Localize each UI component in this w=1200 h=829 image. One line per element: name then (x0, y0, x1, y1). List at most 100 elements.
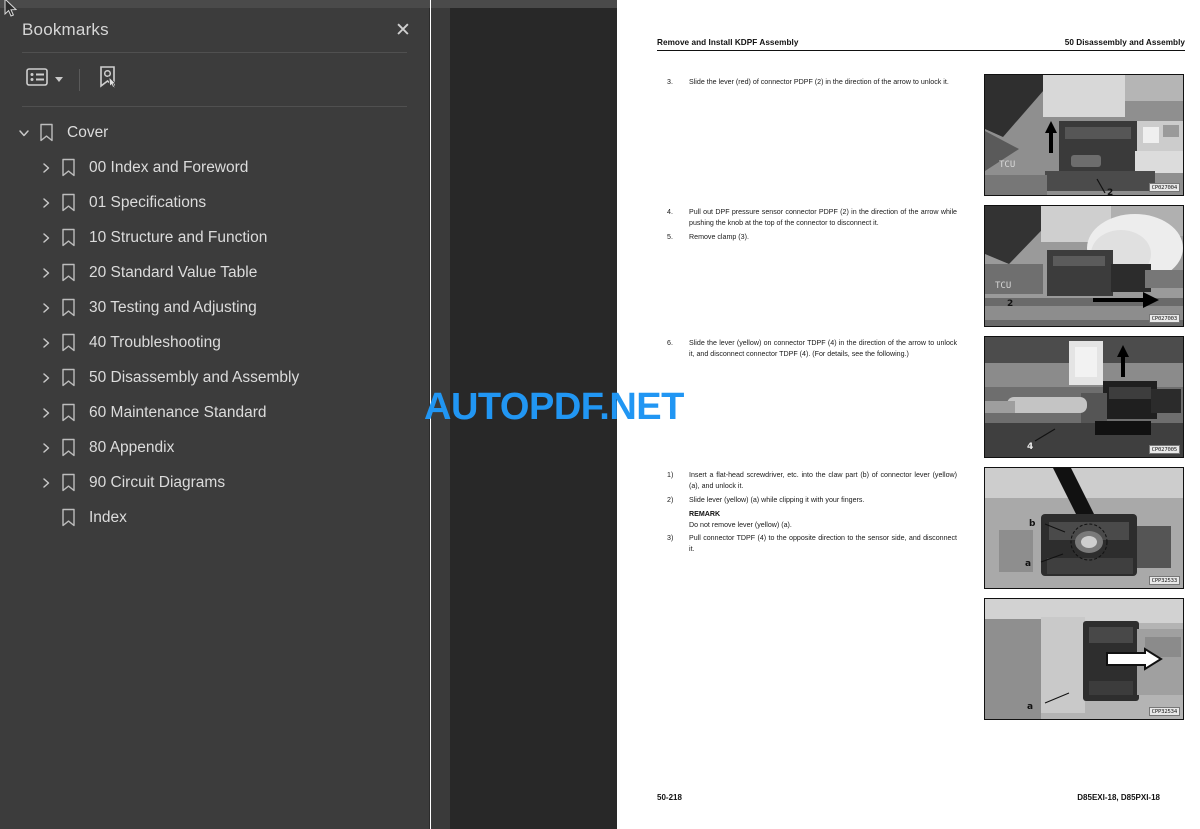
svg-text:b: b (1029, 519, 1036, 529)
bookmark-label: 60 Maintenance Standard (89, 403, 267, 421)
bookmark-icon (56, 333, 80, 353)
step-text: Insert a flat-head screwdriver, etc. int… (689, 471, 957, 490)
step-text: Slide the lever (red) of connector PDPF … (689, 78, 949, 86)
bookmark-label: 30 Testing and Adjusting (89, 298, 257, 316)
svg-text:a: a (1025, 559, 1031, 569)
chevron-right-icon[interactable] (36, 438, 56, 458)
bookmark-icon (56, 158, 80, 178)
panel-title: Bookmarks (22, 20, 109, 39)
photo-connector-pdpf-lever: TCU 2 (985, 75, 1183, 196)
chevron-right-icon[interactable] (36, 368, 56, 388)
bookmark-icon (56, 438, 80, 458)
bookmark-icon (56, 403, 80, 423)
bookmark-icon (56, 508, 80, 528)
bookmarks-toolbar (0, 53, 429, 106)
figure-code: CP027004 (1148, 183, 1180, 192)
bookmark-label: 40 Troubleshooting (89, 333, 221, 351)
chevron-right-icon[interactable] (36, 158, 56, 178)
instruction-block-4-5: 4. Pull out DPF pressure sensor connecto… (667, 207, 957, 245)
bookmark-label: 20 Standard Value Table (89, 263, 258, 281)
step-text: Slide the lever (yellow) on connector TD… (689, 339, 957, 358)
step-text: Remove clamp (3). (689, 232, 749, 241)
chevron-right-icon[interactable] (36, 333, 56, 353)
photo-screwdriver-claw-part: b a (985, 468, 1183, 588)
chevron-right-icon[interactable] (36, 263, 56, 283)
window-top-strip (0, 0, 430, 8)
step-text: Slide lever (yellow) (a) while clipping … (689, 495, 865, 504)
bookmark-icon (56, 298, 80, 318)
figure-image: TCU 2 CP027004 (984, 74, 1184, 196)
instruction-step: 3. Slide the lever (red) of connector PD… (667, 77, 957, 88)
chevron-right-icon[interactable] (36, 193, 56, 213)
photo-pull-out-pdpf-connector: TCU 2 (985, 206, 1183, 326)
chevron-right-icon[interactable] (36, 403, 56, 423)
bookmark-options-button[interactable] (22, 64, 67, 95)
pdf-viewer-gutter (431, 8, 450, 829)
bookmark-label: 00 Index and Foreword (89, 158, 249, 176)
step-number: 3) (667, 534, 674, 543)
close-icon[interactable]: ✕ (391, 18, 415, 42)
bookmark-label: Cover (67, 123, 109, 141)
step-number: 2) (667, 495, 674, 504)
step-number: 3. (667, 78, 673, 86)
new-bookmark-button[interactable] (92, 61, 124, 98)
bookmark-icon (56, 193, 80, 213)
svg-text:TCU: TCU (999, 160, 1015, 170)
bookmark-item[interactable]: 60 Maintenance Standard (0, 395, 429, 430)
page-number: 50-218 (657, 793, 682, 802)
model-codes: D85EXI-18, D85PXI-18 (1077, 793, 1160, 802)
remark-title: REMARK (689, 510, 721, 519)
instruction-block-substeps: 1) Insert a flat-head screwdriver, etc. … (667, 470, 957, 558)
photo-pull-connector-tdpf: a (985, 599, 1183, 719)
chevron-down-icon[interactable] (14, 123, 34, 143)
instruction-step: 6. Slide the lever (yellow) on connector… (667, 338, 957, 360)
bookmark-label: Index (89, 508, 127, 526)
svg-text:2: 2 (1107, 188, 1113, 196)
bookmarks-panel: Bookmarks ✕ Cover 00 Index and Foreword … (0, 8, 430, 829)
page-header-right: 50 Disassembly and Assembly (1064, 38, 1185, 47)
bookmark-item[interactable]: 90 Circuit Diagrams (0, 465, 429, 500)
step-number: 4. (667, 208, 673, 216)
bookmark-label: 10 Structure and Function (89, 228, 268, 246)
page-header: Remove and Install KDPF Assembly 50 Disa… (657, 38, 1185, 51)
bookmark-label: 90 Circuit Diagrams (89, 473, 226, 491)
bookmarks-header: Bookmarks ✕ (0, 8, 429, 52)
svg-text:2: 2 (1007, 299, 1013, 309)
bookmark-item[interactable]: 40 Troubleshooting (0, 325, 429, 360)
chevron-right-icon[interactable] (36, 228, 56, 248)
svg-text:a: a (1027, 702, 1033, 712)
bookmark-item[interactable]: Index (0, 500, 429, 535)
remark-body: Do not remove lever (yellow) (a). (689, 521, 792, 530)
svg-text:TCU: TCU (995, 281, 1011, 291)
chevron-right-icon[interactable] (36, 473, 56, 493)
chevron-right-icon[interactable] (36, 298, 56, 318)
bookmark-label: 50 Disassembly and Assembly (89, 368, 300, 386)
instruction-step: 5. Remove clamp (3). (667, 232, 957, 243)
step-number: 1) (667, 471, 674, 479)
chevron-down-icon (55, 77, 63, 82)
photo-connector-tdpf-lever: 4 (985, 337, 1183, 457)
instruction-step: 1) Insert a flat-head screwdriver, etc. … (667, 470, 957, 492)
bookmark-item[interactable]: 30 Testing and Adjusting (0, 290, 429, 325)
bookmark-item[interactable]: 10 Structure and Function (0, 220, 429, 255)
step-text: Pull connector TDPF (4) to the opposite … (689, 534, 957, 554)
bookmark-item[interactable]: Cover (0, 115, 429, 150)
pdf-page: Remove and Install KDPF Assembly 50 Disa… (617, 0, 1200, 829)
bookmark-icon (56, 368, 80, 388)
bookmark-item[interactable]: 80 Appendix (0, 430, 429, 465)
instruction-step: 3) Pull connector TDPF (4) to the opposi… (667, 533, 957, 555)
mouse-cursor-icon (4, 0, 18, 17)
bookmark-item[interactable]: 00 Index and Foreword (0, 150, 429, 185)
figure-image: a CPP32534 (984, 598, 1184, 720)
bookmark-label: 01 Specifications (89, 193, 207, 211)
bookmark-item[interactable]: 20 Standard Value Table (0, 255, 429, 290)
bookmark-icon (56, 263, 80, 283)
bookmark-item[interactable]: 01 Specifications (0, 185, 429, 220)
pdf-page-content: Remove and Install KDPF Assembly 50 Disa… (657, 38, 1185, 798)
figure-code: CP027005 (1148, 445, 1180, 454)
bookmark-item[interactable]: 50 Disassembly and Assembly (0, 360, 429, 395)
page-header-left: Remove and Install KDPF Assembly (657, 38, 799, 47)
new-bookmark-icon (96, 65, 120, 94)
page-footer: 50-218 D85EXI-18, D85PXI-18 (657, 793, 1160, 802)
bookmarks-tree[interactable]: Cover 00 Index and Foreword 01 Specificati… (0, 107, 429, 807)
